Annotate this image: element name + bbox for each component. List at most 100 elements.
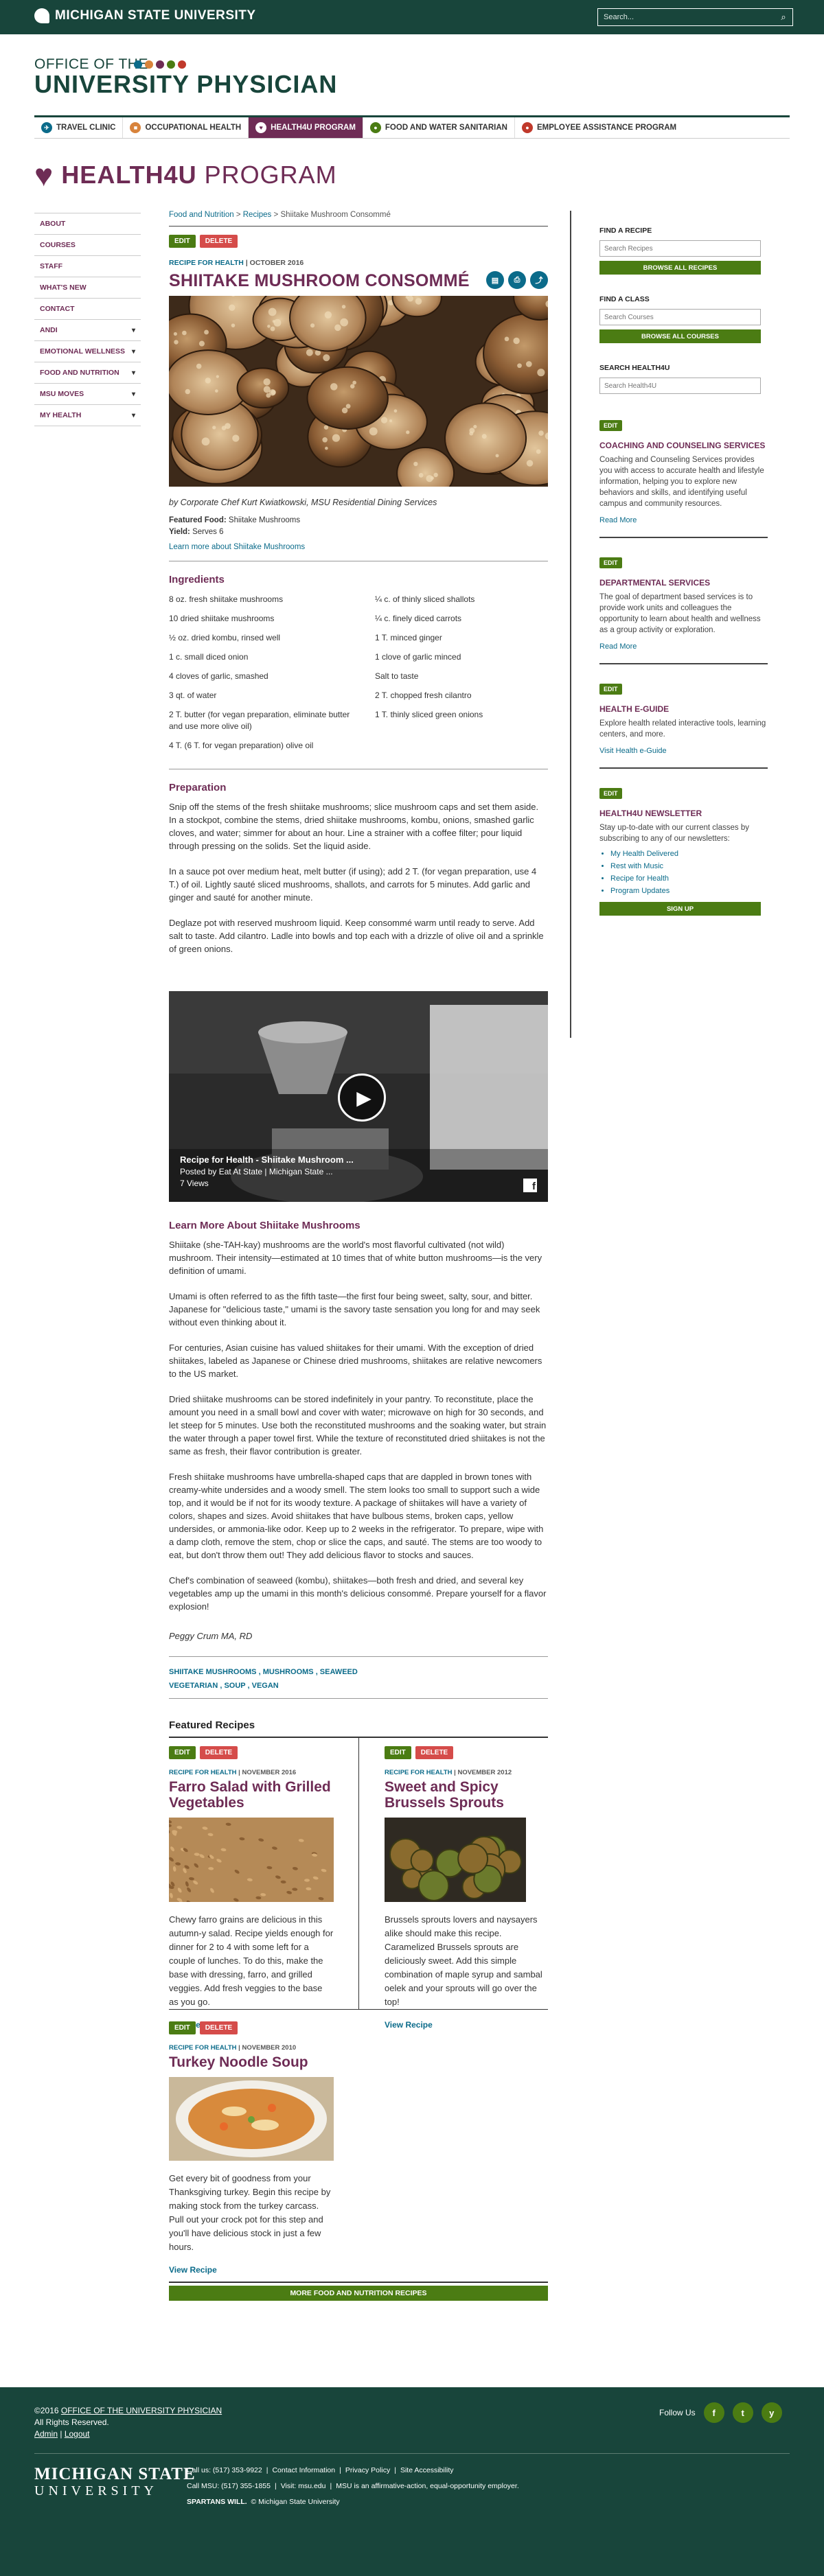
sidebar-item[interactable]: EMOTIONAL WELLNESS ▾ [34,341,141,362]
privacy-link[interactable]: Privacy Policy [345,2466,390,2474]
card-title[interactable]: Turkey Noodle Soup [169,2054,334,2070]
browse-courses-button[interactable]: BROWSE ALL COURSES [599,329,761,343]
nav-health4u-program[interactable]: ♥ HEALTH4U PROGRAM [249,117,363,138]
sidebar-item[interactable]: MSU MOVES ▾ [34,384,141,405]
search-health4u-heading: SEARCH HEALTH4U [599,364,670,372]
sign-up-button[interactable]: SIGN UP [599,902,761,916]
accessibility-link[interactable]: Site Accessibility [400,2466,454,2474]
facebook-icon[interactable]: f [703,2402,724,2423]
recipe-category[interactable]: RECIPE FOR HEALTH [169,259,244,267]
newsletter-item[interactable]: Program Updates [610,887,768,895]
sidebar-item[interactable]: ANDI ▾ [34,320,141,341]
pdf-icon[interactable]: ▤ [486,271,504,289]
course-search-input[interactable] [599,309,761,325]
sidebar-item[interactable]: STAFF [34,256,141,277]
delete-button[interactable]: DELETE [199,2021,238,2034]
chevron-down-icon[interactable]: ▾ [132,391,135,398]
footer-copyright-line: ©2016 OFFICE OF THE UNIVERSITY PHYSICIAN [34,2405,222,2417]
edit-button[interactable]: EDIT [169,235,196,248]
chevron-down-icon[interactable]: ▾ [132,348,135,356]
edit-button[interactable]: EDIT [169,2021,196,2034]
nav-employee-assistance[interactable]: ● EMPLOYEE ASSISTANCE PROGRAM [515,117,683,138]
newsletter-item[interactable]: Rest with Music [610,862,768,870]
newsletter-item[interactable]: Recipe for Health [610,874,768,883]
top-bar: MICHIGAN STATE UNIVERSITY ⌕ [0,0,824,34]
nav-occupational-health[interactable]: ■ OCCUPATIONAL HEALTH [123,117,249,138]
site-title[interactable]: UNIVERSITY PHYSICIAN [34,70,337,99]
sidebar-item[interactable]: FOOD AND NUTRITION ▾ [34,362,141,384]
health4u-search-input[interactable] [599,378,761,394]
read-more-link[interactable]: Read More [599,642,768,651]
learn-more-para: Learn more about Shiitake Mushrooms [169,543,548,551]
admin-link[interactable]: Admin [34,2429,58,2439]
play-icon[interactable]: ▶ [338,1074,386,1122]
edit-button[interactable]: EDIT [599,420,622,431]
recipe-search-input[interactable] [599,240,761,257]
card-category[interactable]: RECIPE FOR HEALTH [169,1769,237,1776]
edit-button[interactable]: EDIT [385,1746,411,1759]
contact-link[interactable]: Contact Information [272,2466,335,2474]
breadcrumb-link[interactable]: Recipes [243,211,272,219]
chevron-down-icon[interactable]: ▾ [132,369,135,377]
program-title-bold: HEALTH4U [61,161,197,189]
breadcrumb-link[interactable]: Food and Nutrition [169,211,234,219]
browse-recipes-button[interactable]: BROWSE ALL RECIPES [599,261,761,275]
sidebar-item[interactable]: COURSES [34,235,141,256]
print-icon[interactable]: ⎙ [508,271,526,289]
chevron-down-icon[interactable]: ▾ [132,412,135,419]
recipe-tags: SHIITAKE MUSHROOMS , MUSHROOMS , SEAWEED… [169,1665,548,1693]
card-title[interactable]: Farro Salad with Grilled Vegetables [169,1779,334,1811]
msu-wordmark[interactable]: MICHIGAN STATE UNIVERSITY [34,2465,196,2499]
edit-button[interactable]: EDIT [599,788,622,799]
briefcase-icon: ■ [130,122,141,133]
edit-button[interactable]: EDIT [599,684,622,695]
chevron-down-icon[interactable]: ▾ [132,327,135,334]
search-icon[interactable]: ⌕ [775,9,792,25]
office-link[interactable]: OFFICE OF THE UNIVERSITY PHYSICIAN [61,2406,222,2415]
msu-phone-link[interactable]: Call MSU: (517) 355-1855 [187,2482,271,2490]
sidebar-item[interactable]: CONTACT [34,299,141,320]
edit-button[interactable]: EDIT [599,557,622,568]
block-body: The goal of department based services is… [599,593,761,634]
site-search-input[interactable] [598,9,775,25]
eguide-link[interactable]: Visit Health e-Guide [599,747,768,755]
footer-links-3: SPARTANS WILL. © Michigan State Universi… [187,2498,340,2506]
more-recipes-button[interactable]: MORE FOOD AND NUTRITION RECIPES [169,2286,548,2301]
sidebar-item-label: MY HEALTH [40,411,82,419]
read-more-link[interactable]: Read More [599,516,768,524]
delete-button[interactable]: DELETE [199,1746,238,1759]
card-category[interactable]: RECIPE FOR HEALTH [169,2044,237,2052]
delete-button[interactable]: DELETE [415,1746,454,1759]
newsletter-item[interactable]: My Health Delivered [610,850,768,858]
phone-link[interactable]: Call us: (517) 353-9922 [187,2466,262,2474]
paragraph: Chef's combination of seaweed (kombu), s… [169,1575,547,1612]
nav-travel-clinic[interactable]: ✈ TRAVEL CLINIC [34,117,124,138]
sidebar-item[interactable]: MY HEALTH ▾ [34,405,141,426]
tag-list[interactable]: VEGETARIAN , SOUP , VEGAN [169,1679,548,1693]
card-category[interactable]: RECIPE FOR HEALTH [385,1769,453,1776]
divider [169,2282,548,2283]
msu-visit-link[interactable]: Visit: msu.edu [281,2482,326,2490]
nav-label: FOOD AND WATER SANITARIAN [385,124,507,132]
preparation-steps: Snip off the stems of the fresh shiitake… [169,800,548,955]
youtube-icon[interactable]: y [761,2402,782,2423]
tag-list[interactable]: SHIITAKE MUSHROOMS , MUSHROOMS , SEAWEED [169,1665,548,1679]
card-title[interactable]: Sweet and Spicy Brussels Sprouts [385,1779,548,1811]
edit-button[interactable]: EDIT [169,1746,196,1759]
twitter-icon[interactable]: t [732,2402,753,2423]
facebook-icon[interactable]: f [523,1179,537,1192]
share-icon[interactable]: ⤴ [530,271,548,289]
msu-logo[interactable]: MICHIGAN STATE UNIVERSITY [34,8,256,23]
logout-link[interactable]: Logout [65,2429,90,2439]
nav-food-water-sanitarian[interactable]: ● FOOD AND WATER SANITARIAN [363,117,515,138]
ingredients-col-left: 8 oz. fresh shiitake mushrooms 10 dried s… [169,594,354,759]
learn-more-link[interactable]: Learn more about Shiitake Mushrooms [169,543,305,551]
sidebar-item[interactable]: WHAT'S NEW [34,277,141,299]
view-recipe-link[interactable]: View Recipe [169,2265,334,2275]
recipe-kicker: RECIPE FOR HEALTH | OCTOBER 2016 [169,259,548,267]
delete-button[interactable]: DELETE [199,235,238,248]
view-recipe-link[interactable]: View Recipe [385,2020,548,2030]
admin-links: Admin | Logout [34,2429,90,2439]
sidebar-item[interactable]: ABOUT [34,213,141,235]
recipe-video[interactable]: ▶ Recipe for Health - Shiitake Mushroom … [169,991,548,1202]
